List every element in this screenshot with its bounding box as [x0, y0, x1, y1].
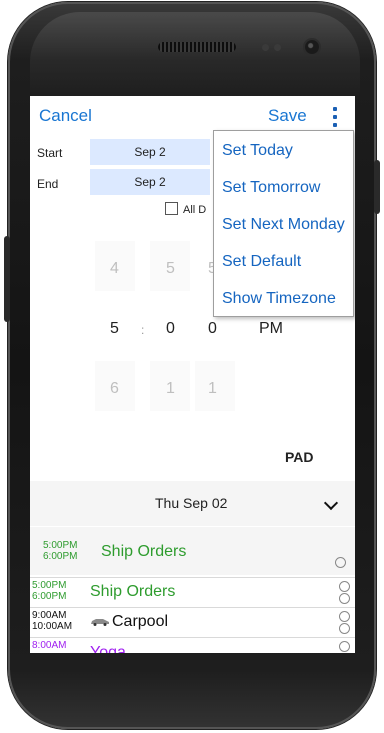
min-ones-selected[interactable]: 0 — [208, 320, 217, 338]
end-date-field[interactable]: Sep 2 — [90, 169, 210, 195]
alarm-icon — [339, 641, 350, 652]
featured-event[interactable]: 5:00PM 6:00PM Ship Orders — [30, 527, 355, 575]
event-title: Yoga — [90, 644, 126, 653]
more-vert-icon[interactable] — [330, 105, 340, 129]
event-start-time: 9:00AM — [32, 610, 67, 621]
list-item[interactable]: 8:00AM Yoga — [30, 637, 355, 653]
alarm-icon — [335, 557, 346, 568]
earpiece-speaker — [158, 42, 236, 52]
hour-above[interactable]: 4 — [110, 260, 119, 278]
min-tens-selected[interactable]: 0 — [166, 320, 175, 338]
all-day-label: All D — [183, 204, 207, 216]
pad-button[interactable]: PAD — [285, 449, 314, 465]
cancel-button[interactable]: Cancel — [39, 106, 92, 126]
list-item[interactable]: 5:00PM 6:00PM Ship Orders — [30, 577, 355, 607]
top-toolbar: Cancel Save — [30, 96, 355, 132]
app-screen: Cancel Save Start Sep 2 End Sep 2 All D … — [30, 96, 355, 653]
list-item[interactable]: 9:00AM 10:00AM Carpool — [30, 607, 355, 637]
event-start-time: 8:00AM — [32, 640, 67, 651]
date-header[interactable]: Thu Sep 02 — [30, 481, 355, 526]
min-tens-below[interactable]: 1 — [166, 380, 175, 398]
menu-item-set-default[interactable]: Set Default — [222, 253, 301, 271]
event-end-time: 6:00PM — [43, 551, 78, 562]
start-date-field[interactable]: Sep 2 — [90, 139, 210, 165]
event-title: Ship Orders — [101, 543, 187, 560]
front-camera — [305, 40, 319, 54]
menu-item-set-next-monday[interactable]: Set Next Monday — [222, 216, 345, 234]
min-tens-above[interactable]: 5 — [166, 260, 175, 278]
event-end-time: 6:00PM — [32, 591, 67, 602]
alarm-icon — [339, 611, 350, 622]
alarm-icon — [339, 593, 350, 604]
menu-item-set-tomorrow[interactable]: Set Tomorrow — [222, 179, 320, 197]
car-icon — [91, 619, 109, 626]
event-start-time: 5:00PM — [43, 540, 78, 551]
power-button — [374, 160, 380, 214]
all-day-toggle[interactable]: All D — [165, 202, 206, 216]
phone-sheen — [30, 12, 360, 102]
proximity-sensor — [262, 44, 269, 51]
date-header-label: Thu Sep 02 — [155, 495, 228, 511]
menu-item-set-today[interactable]: Set Today — [222, 142, 293, 160]
event-title: Ship Orders — [90, 583, 176, 600]
alarm-icon — [339, 581, 350, 592]
event-end-time: 10:00AM — [32, 621, 73, 632]
volume-button — [4, 236, 10, 322]
event-title: Carpool — [112, 613, 169, 630]
hour-selected[interactable]: 5 — [110, 320, 119, 338]
alarm-icon — [339, 623, 350, 634]
menu-item-show-timezone[interactable]: Show Timezone — [222, 290, 336, 308]
ampm-selected[interactable]: PM — [259, 320, 283, 338]
overflow-menu: Set Today Set Tomorrow Set Next Monday S… — [213, 130, 354, 317]
chevron-down-icon[interactable] — [323, 495, 339, 511]
end-label: End — [37, 177, 59, 191]
hour-below[interactable]: 6 — [110, 380, 119, 398]
checkbox-icon[interactable] — [165, 202, 178, 215]
save-button[interactable]: Save — [268, 106, 307, 126]
light-sensor — [274, 44, 281, 51]
min-ones-below[interactable]: 1 — [208, 380, 217, 398]
event-start-time: 5:00PM — [32, 580, 67, 591]
time-separator: : — [141, 323, 145, 337]
start-label: Start — [37, 146, 63, 160]
